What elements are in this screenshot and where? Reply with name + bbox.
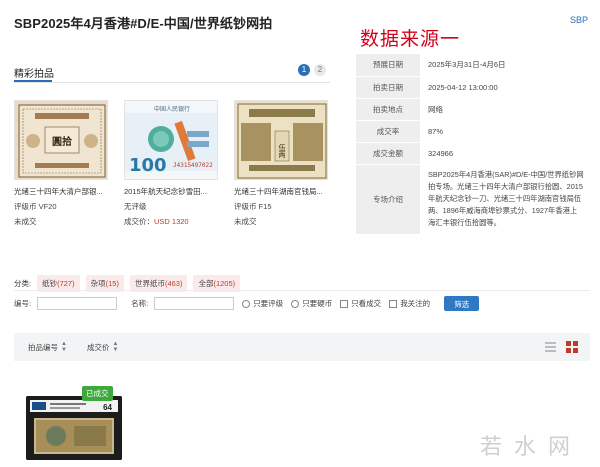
option-label: 我关注的 [400,299,431,308]
site-watermark: 若水网 [479,435,582,460]
info-key: 拍卖日期 [356,76,420,99]
list-header: 拍品编号 ▲ ▼ 成交价 ▲ ▼ [14,333,590,361]
sort-icon: ▲ ▼ [112,341,119,353]
col-price-label: 成交价 [86,342,110,352]
banknote-denomination: 圓拾 [52,135,72,148]
info-value: 2025年3月31日-4月6日 [420,54,592,77]
option-graded-only[interactable]: 只要评级 [242,298,283,309]
info-row: 拍卖日期 2025-04-12 13:00:00 [356,76,592,99]
list-view-icon[interactable] [545,342,556,352]
info-key: 预展日期 [356,54,420,77]
item-status: 未成交 [14,217,37,226]
banknote-image[interactable]: 圓拾 [14,100,108,180]
banknote-serial: J4315497022 [173,162,213,169]
price-label: 成交价： [124,217,154,226]
banknote-denomination: 伍两 [278,143,286,158]
filter-divider [14,290,590,291]
info-key: 成交金额 [356,142,420,165]
info-value: 2025-04-12 13:00:00 [420,76,592,99]
banknote-image[interactable]: 伍两 [234,100,328,180]
banknote-image[interactable]: 中国人民银行 100 J4315497022 [124,100,218,180]
auction-info-table: 预展日期 2025年3月31日-4月6日 拍卖日期 2025-04-12 13:… [356,54,592,235]
info-row: 拍卖地点 网络 [356,98,592,121]
chip-count: (15) [105,279,119,288]
item-name-label: 名称: [131,299,149,308]
chip-count: (463) [164,279,183,288]
info-key: 拍卖地点 [356,98,420,121]
price-value: USD 1320 [154,217,189,226]
chip-name: 世界纸币 [134,279,165,288]
option-label: 只要硬币 [302,299,333,308]
sort-by-lot[interactable]: 拍品编号 ▲ ▼ [28,341,67,353]
featured-item[interactable]: 伍两 光绪三十四年湖南官钱局... 评级币 F15 未成交 [234,100,328,227]
featured-item[interactable]: 圓拾 光绪三十四年大清户部银... 评级币 VF20 未成交 [14,100,108,227]
chip-count: (1205) [213,279,236,288]
result-item-image[interactable]: 64 [26,396,122,460]
info-value: 87% [420,120,592,143]
item-grade: 评级币 VF20 [14,202,57,211]
item-grade: 无评级 [124,202,147,211]
option-sold-only[interactable]: 只看成交 [340,298,381,309]
info-row: 成交金额 324966 [356,142,592,165]
featured-tab[interactable]: 精彩拍品 [14,65,54,80]
source-note: 数据来源一 [360,28,461,50]
info-value: 网络 [420,98,592,121]
search-row: 编号: 名称: 只要评级 只要硬币 只看成交 我关注的 筛选 [14,296,480,311]
info-key: 成交率 [356,120,420,143]
item-name-input[interactable] [154,297,235,310]
option-followed[interactable]: 我关注的 [389,298,430,309]
item-status: 未成交 [234,217,257,226]
filter-button[interactable]: 筛选 [444,296,480,311]
item-name[interactable]: 2015年航天纪念钞雪田... [124,186,218,197]
category-label: 分类: [14,279,32,288]
item-price-line: 成交价：USD 1320 [124,216,218,227]
banknote-header: 中国人民银行 [154,105,190,113]
featured-divider [14,82,330,83]
chip-name: 纸钞 [42,279,58,288]
grid-view-icon[interactable] [566,341,578,353]
featured-pager: 1 2 [298,64,326,76]
item-name[interactable]: 光绪三十四年湖南官钱局... [234,186,328,197]
radio-icon [242,299,251,308]
sort-icon: ▲ ▼ [61,341,67,353]
chip-count: (727) [57,279,75,288]
brand-link[interactable]: SBP [570,15,588,25]
radio-icon [291,299,300,308]
banknote-denomination: 100 [129,155,167,176]
sold-badge: 已成交 [82,386,113,401]
chip-name: 全部 [198,279,214,288]
option-label: 只看成交 [351,299,382,308]
pager-page-1[interactable]: 1 [298,64,310,76]
option-label: 只要评级 [253,299,284,308]
info-value: 324966 [420,142,592,165]
lot-number-input[interactable] [37,297,118,310]
info-key: 专场介绍 [356,164,420,235]
item-grade: 评级币 F15 [234,202,272,211]
info-row: 成交率 87% [356,120,592,143]
item-name[interactable]: 光绪三十四年大清户部银... [14,186,108,197]
featured-item[interactable]: 中国人民银行 100 J4315497022 2015年航天纪念钞雪田... 无… [124,100,218,227]
info-row: 预展日期 2025年3月31日-4月6日 [356,54,592,77]
grade-number: 64 [103,403,112,412]
info-row-description: 专场介绍 SBP2025年4月香港(SAR)#D/E-中国/世界纸钞网拍专场。光… [356,164,592,235]
option-coins-only[interactable]: 只要硬币 [291,298,332,309]
page-title: SBP2025年4月香港#D/E-中国/世界纸钞网拍 [14,16,273,31]
checkbox-icon [389,299,398,308]
info-description: SBP2025年4月香港(SAR)#D/E-中国/世界纸钞网拍专场。光绪三十四年… [420,164,592,235]
col-lot-label: 拍品编号 [28,342,58,352]
checkbox-icon [340,299,349,308]
pager-page-2[interactable]: 2 [314,64,326,76]
chip-name: 杂项 [90,279,106,288]
lot-number-label: 编号: [14,299,32,308]
sort-by-price[interactable]: 成交价 ▲ ▼ [87,341,118,353]
